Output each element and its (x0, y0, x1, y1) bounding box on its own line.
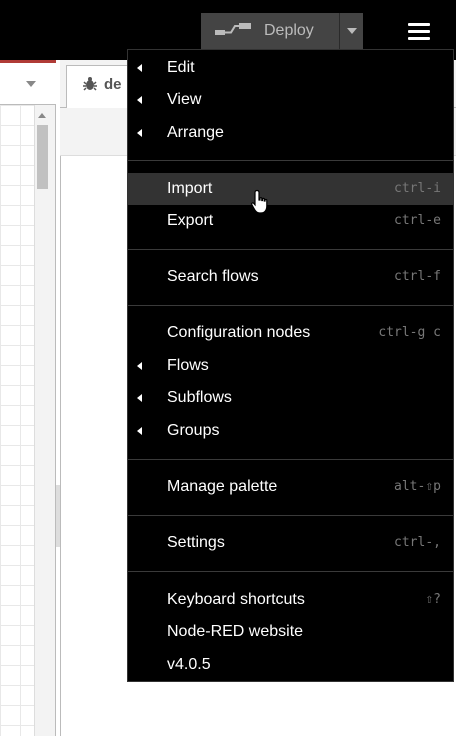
menu-divider (128, 459, 453, 460)
submenu-arrow-icon (137, 96, 142, 104)
menu-item-shortcut: ctrl-g c (378, 325, 441, 340)
menu-item-keyboard-shortcuts[interactable]: Keyboard shortcuts ⇧? (128, 584, 453, 616)
menu-item-arrange[interactable]: Arrange (128, 117, 453, 149)
hamburger-menu-icon (408, 22, 430, 40)
scroll-up-icon[interactable] (38, 113, 46, 118)
menu-item-shortcut: ctrl-i (394, 181, 441, 196)
deploy-label: Deploy (264, 22, 314, 39)
menu-item-label: Edit (167, 59, 195, 76)
menu-item-label: Flows (167, 357, 209, 374)
menu-item-label: Export (167, 212, 214, 229)
menu-item-shortcut: ⇧? (425, 592, 441, 607)
menu-item-configuration-nodes[interactable]: Configuration nodes ctrl-g c (128, 317, 453, 349)
scrollbar-thumb[interactable] (37, 125, 48, 189)
menu-item-label: Manage palette (167, 478, 278, 495)
menu-item-subflows[interactable]: Subflows (128, 382, 453, 414)
submenu-arrow-icon (137, 427, 142, 435)
menu-item-label: Import (167, 180, 213, 197)
menu-item-manage-palette[interactable]: Manage palette alt-⇧p (128, 471, 453, 503)
menu-item-shortcut: alt-⇧p (394, 479, 441, 494)
submenu-arrow-icon (137, 129, 142, 137)
menu-item-settings[interactable]: Settings ctrl-, (128, 527, 453, 559)
deploy-options-button[interactable] (339, 13, 363, 49)
tab-debug-label: de (104, 76, 122, 93)
menu-item-import[interactable]: Import ctrl-i (128, 173, 453, 205)
chevron-down-icon (346, 28, 357, 34)
menu-item-flows[interactable]: Flows (128, 350, 453, 382)
menu-item-label: Groups (167, 422, 220, 439)
menu-item-label: Search flows (167, 268, 259, 285)
menu-item-version[interactable]: v4.0.5 (128, 649, 453, 681)
menu-divider (128, 571, 453, 572)
deploy-icon (215, 23, 251, 35)
workspace-tab-dropdown-icon[interactable] (26, 81, 36, 87)
bug-icon (83, 77, 97, 91)
menu-item-label: View (167, 91, 202, 108)
menu-item-view[interactable]: View (128, 84, 453, 116)
menu-item-label: Arrange (167, 124, 224, 141)
menu-item-export[interactable]: Export ctrl-e (128, 205, 453, 237)
menu-item-label: v4.0.5 (167, 656, 211, 673)
flow-canvas[interactable] (0, 105, 34, 736)
menu-item-shortcut: ctrl-, (394, 535, 441, 550)
menu-divider (128, 305, 453, 306)
main-menu-button[interactable] (398, 13, 440, 49)
menu-item-label: Settings (167, 534, 225, 551)
canvas-scrollbar[interactable] (34, 105, 50, 736)
menu-divider (128, 160, 453, 161)
menu-item-search-flows[interactable]: Search flows ctrl-f (128, 261, 453, 293)
menu-item-label: Node-RED website (167, 623, 304, 640)
menu-item-shortcut: ctrl-f (394, 269, 441, 284)
main-menu-dropdown: Edit View Arrange Import ctrl-i Export c… (127, 49, 454, 682)
menu-item-groups[interactable]: Groups (128, 415, 453, 447)
menu-divider (128, 515, 453, 516)
hand-pointer-cursor-icon (251, 189, 268, 214)
submenu-arrow-icon (137, 362, 142, 370)
menu-item-shortcut: ctrl-e (394, 213, 441, 228)
menu-divider (128, 249, 453, 250)
menu-item-label: Configuration nodes (167, 324, 311, 341)
menu-item-label: Keyboard shortcuts (167, 591, 305, 608)
menu-item-edit[interactable]: Edit (128, 52, 453, 84)
submenu-arrow-icon (137, 394, 142, 402)
menu-item-label: Subflows (167, 389, 232, 406)
menu-item-node-red-website[interactable]: Node-RED website (128, 616, 453, 648)
submenu-arrow-icon (137, 64, 142, 72)
